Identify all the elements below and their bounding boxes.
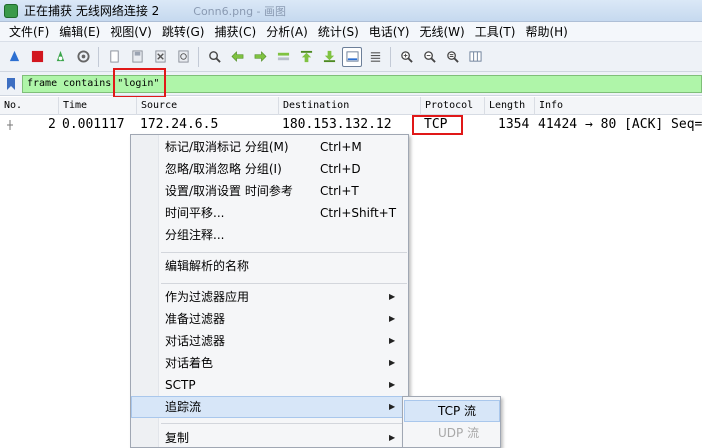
menu-capture[interactable]: 捕获(C) xyxy=(209,23,261,40)
zoom-out-icon[interactable] xyxy=(419,47,439,67)
submenu-item-udp-stream: UDP 流 xyxy=(438,426,480,440)
submenu-arrow-icon: ▶ xyxy=(389,314,396,323)
column-header-protocol[interactable]: Protocol xyxy=(420,97,473,115)
go-forward-icon[interactable] xyxy=(250,47,270,67)
menu-item-edit-resolved-name[interactable]: 编辑解析的名称 xyxy=(131,255,408,277)
menu-item-time-shift[interactable]: 时间平移... Ctrl+Shift+T xyxy=(131,202,408,224)
protocol-highlight-box xyxy=(412,115,463,135)
toolbar-separator xyxy=(198,46,199,67)
follow-stream-submenu: TCP 流 UDP 流 xyxy=(402,396,501,448)
stop-capture-icon[interactable] xyxy=(27,47,47,67)
display-filter-bar: frame contains "login" xyxy=(0,72,702,96)
menu-file[interactable]: 文件(F) xyxy=(4,23,54,40)
packet-source: 172.24.6.5 xyxy=(140,117,219,132)
colorize-icon[interactable] xyxy=(365,47,385,67)
go-to-packet-icon[interactable] xyxy=(273,47,293,67)
submenu-arrow-icon: ▶ xyxy=(389,336,396,345)
restart-capture-icon[interactable] xyxy=(50,47,70,67)
menu-item-prepare-filter[interactable]: 准备过滤器 ▶ xyxy=(131,308,408,330)
packet-info: 41424 → 80 [ACK] Seq= xyxy=(538,117,702,132)
menu-view[interactable]: 视图(V) xyxy=(105,23,157,40)
submenu-arrow-icon: ▶ xyxy=(389,380,396,389)
menu-item-sctp[interactable]: SCTP ▶ xyxy=(131,374,408,396)
packet-destination: 180.153.132.12 xyxy=(282,117,392,132)
menu-item-ignore-packet[interactable]: 忽略/取消忽略 分组(I) Ctrl+D xyxy=(131,158,408,180)
menu-item-mark-packet[interactable]: 标记/取消标记 分组(M) Ctrl+M xyxy=(131,136,408,158)
packet-no: 2 xyxy=(48,117,56,132)
menu-separator xyxy=(161,252,407,253)
column-header-no[interactable]: No. xyxy=(0,97,22,115)
open-file-icon[interactable] xyxy=(104,47,124,67)
main-toolbar xyxy=(0,42,702,72)
packet-list-header: No. Time Source Destination Protocol Len… xyxy=(0,97,702,115)
menu-separator xyxy=(161,283,407,284)
packet-row[interactable]: 2 0.001117 172.24.6.5 180.153.132.12 TCP… xyxy=(0,116,702,134)
login-highlight-box xyxy=(113,68,166,98)
packet-time: 0.001117 xyxy=(62,117,125,132)
wireshark-app-icon xyxy=(4,3,18,18)
start-capture-icon[interactable] xyxy=(4,47,24,67)
menu-statistics[interactable]: 统计(S) xyxy=(313,23,364,40)
column-header-info[interactable]: Info xyxy=(534,97,563,115)
background-window-title: Conn6.png - 画图 xyxy=(193,4,287,18)
reload-icon[interactable] xyxy=(173,47,193,67)
zoom-in-icon[interactable] xyxy=(396,47,416,67)
close-file-icon[interactable] xyxy=(150,47,170,67)
menu-tools[interactable]: 工具(T) xyxy=(470,23,521,40)
menu-item-conversation-filter[interactable]: 对话过滤器 ▶ xyxy=(131,330,408,352)
column-header-length[interactable]: Length xyxy=(484,97,525,115)
normal-size-icon[interactable] xyxy=(442,47,462,67)
window-title: 正在捕获 无线网络连接 2 xyxy=(24,4,160,18)
submenu-arrow-icon: ▶ xyxy=(389,292,396,301)
save-file-icon[interactable] xyxy=(127,47,147,67)
find-packet-icon[interactable] xyxy=(204,47,224,67)
window-title-bar: 正在捕获 无线网络连接 2 Conn6.png - 画图 xyxy=(0,0,702,22)
capture-options-icon[interactable] xyxy=(73,47,93,67)
submenu-arrow-icon: ▶ xyxy=(389,402,396,411)
submenu-arrow-icon: ▶ xyxy=(389,358,396,367)
menu-separator xyxy=(161,423,407,424)
submenu-item-tcp-stream[interactable]: TCP 流 xyxy=(404,400,500,422)
menu-item-packet-comment[interactable]: 分组注释... xyxy=(131,224,408,246)
menu-item-copy[interactable]: 复制 ▶ xyxy=(131,427,408,447)
column-header-destination[interactable]: Destination xyxy=(278,97,349,115)
autoscroll-icon[interactable] xyxy=(342,46,362,67)
menu-help[interactable]: 帮助(H) xyxy=(520,23,572,40)
packet-context-menu: 标记/取消标记 分组(M) Ctrl+M 忽略/取消忽略 分组(I) Ctrl+D … xyxy=(130,134,409,448)
menu-item-time-reference[interactable]: 设置/取消设置 时间参考 Ctrl+T xyxy=(131,180,408,202)
toolbar-separator xyxy=(390,46,391,67)
column-header-source[interactable]: Source xyxy=(136,97,177,115)
go-back-icon[interactable] xyxy=(227,47,247,67)
packet-length: 1354 xyxy=(498,117,530,132)
menu-item-follow-stream[interactable]: 追踪流 ▶ xyxy=(131,396,408,418)
resize-columns-icon[interactable] xyxy=(465,47,485,67)
related-packet-marker-icon xyxy=(7,120,13,130)
menu-edit[interactable]: 编辑(E) xyxy=(54,23,105,40)
last-packet-icon[interactable] xyxy=(319,47,339,67)
menu-wireless[interactable]: 无线(W) xyxy=(415,23,470,40)
menu-analyze[interactable]: 分析(A) xyxy=(261,23,313,40)
menu-bar: 文件(F) 编辑(E) 视图(V) 跳转(G) 捕获(C) 分析(A) 统计(S… xyxy=(0,22,702,42)
menu-telephony[interactable]: 电话(Y) xyxy=(364,23,415,40)
menu-go[interactable]: 跳转(G) xyxy=(157,23,210,40)
menu-item-apply-as-filter[interactable]: 作为过滤器应用 ▶ xyxy=(131,286,408,308)
filter-bookmark-icon[interactable] xyxy=(3,76,19,92)
submenu-arrow-icon: ▶ xyxy=(389,433,396,442)
menu-item-colorize-conversation[interactable]: 对话着色 ▶ xyxy=(131,352,408,374)
column-header-time[interactable]: Time xyxy=(58,97,87,115)
toolbar-separator xyxy=(98,46,99,67)
first-packet-icon[interactable] xyxy=(296,47,316,67)
